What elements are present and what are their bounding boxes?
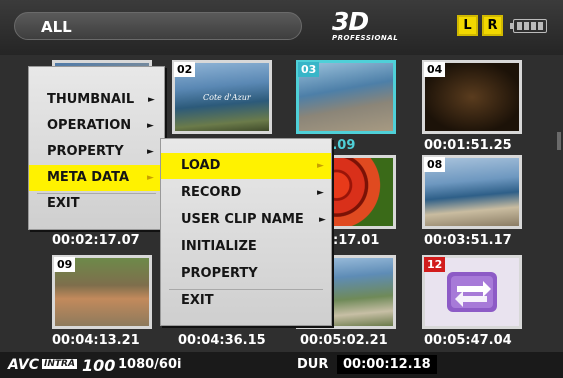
mode-label: ALL [41,18,72,36]
menu-item-exit[interactable]: EXIT [29,191,164,217]
clip-duration: 00:05:02.21 [300,333,388,348]
clip-duration: 3:17.01 [324,233,380,248]
clip-number: 08 [424,157,446,172]
codec-bitrate: 100 [82,356,116,375]
logo-sub: PROFESSIONAL [332,34,399,42]
meta-data-submenu: LOAD ► RECORD ► USER CLIP NAME ► INITIAL… [160,138,332,326]
clip-number: 02 [174,62,196,77]
channel-right-badge: R [482,15,503,36]
clip-duration: 00:04:13.21 [52,333,140,348]
logo-main: 3D [332,7,369,36]
codec-intra: INTRA [42,359,77,369]
arrow-right-icon: ► [147,173,154,183]
menu-item-thumbnail[interactable]: THUMBNAIL ► [29,87,164,113]
menu-item-property[interactable]: PROPERTY ► [29,139,164,165]
clip-duration: 00:02:17.07 [52,233,140,248]
clip-thumbnail-12[interactable]: 12 00:05:47.04 [422,255,534,355]
arrow-right-icon: ► [319,215,326,225]
battery-icon [510,19,547,33]
submenu-item-user-clip-name[interactable]: USER CLIP NAME ► [161,207,331,233]
clip-thumbnail-08[interactable]: 08 00:03:51.17 [422,155,534,255]
clip-number: 04 [424,62,446,77]
clip-duration: 00:03:51.17 [424,233,512,248]
scrollbar-indicator[interactable] [557,132,561,150]
channel-left-badge: L [457,15,478,36]
thumbnail-caption: Cote d'Azur [203,93,251,102]
thumbnail-main-menu: THUMBNAIL ► OPERATION ► PROPERTY ► META … [28,66,165,230]
clip-number: 12 [424,257,446,272]
status-bar: AVC INTRA 100 1080/60i DUR 00:00:12.18 [0,352,563,378]
video-format: 1080/60i [118,357,182,372]
clip-thumbnail-09[interactable]: 09 00:04:13.21 [52,255,164,355]
clip-duration: 00:04:36.15 [178,333,266,348]
clip-number: 03 [298,62,320,77]
duration-value: 00:00:12.18 [337,355,437,374]
menu-item-operation[interactable]: OPERATION ► [29,113,164,139]
duration-label: DUR [297,357,329,372]
clip-number: 09 [54,257,76,272]
clip-duration: 00:01:51.25 [424,138,512,153]
submenu-item-initialize[interactable]: INITIALIZE [161,234,331,260]
arrow-right-icon: ► [147,121,154,131]
submenu-item-load[interactable]: LOAD ► [161,153,331,179]
clip-thumbnail-04[interactable]: 04 00:01:51.25 [422,60,534,160]
clip-duration: 00:05:47.04 [424,333,512,348]
submenu-item-property[interactable]: PROPERTY [161,261,331,287]
menu-item-meta-data[interactable]: META DATA ► [29,165,164,191]
submenu-item-record[interactable]: RECORD ► [161,180,331,206]
3d-logo: 3D PROFESSIONAL [332,7,399,44]
mode-selector[interactable]: ALL [14,12,302,40]
arrow-right-icon: ► [148,95,155,105]
arrow-right-icon: ► [147,147,154,157]
submenu-item-exit[interactable]: EXIT [161,288,331,314]
top-bar: ALL 3D PROFESSIONAL L R [0,0,563,55]
arrow-right-icon: ► [317,161,324,171]
codec-avc: AVC [8,357,39,373]
arrow-right-icon: ► [317,188,324,198]
